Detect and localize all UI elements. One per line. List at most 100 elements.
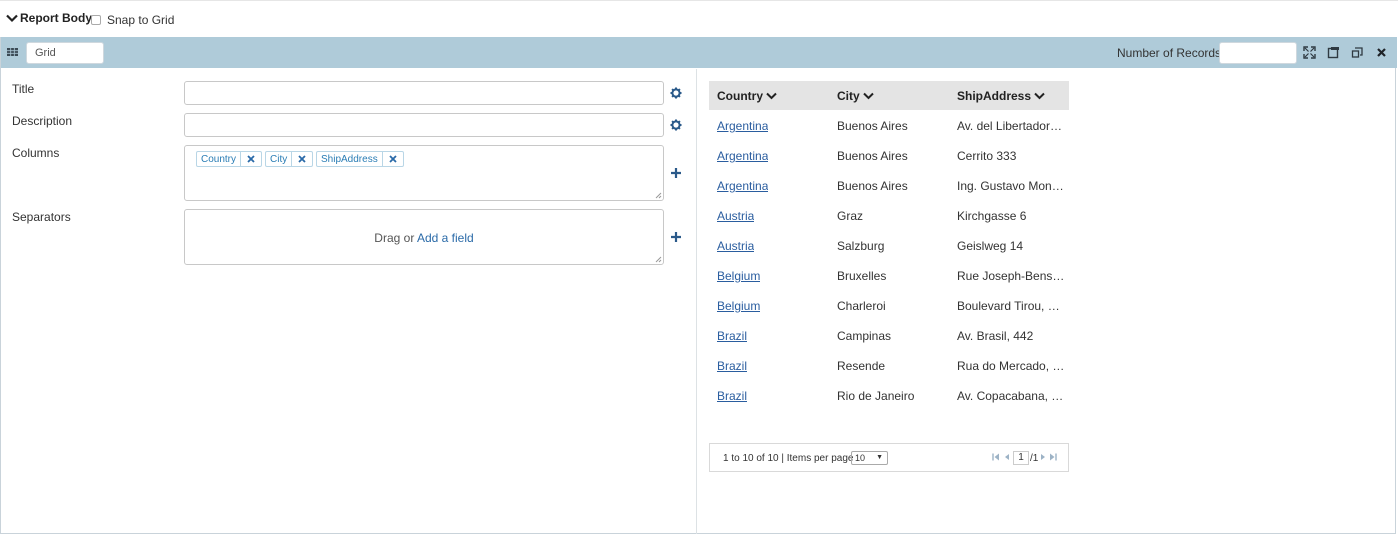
cell-country[interactable]: Belgium (717, 299, 760, 313)
cell-shipaddress: Cerrito 333 (957, 149, 1017, 163)
remove-icon[interactable] (383, 152, 403, 166)
grid-panel: Number of Records (0, 37, 1397, 534)
column-header-label: City (837, 89, 860, 103)
table-row: Belgium Charleroi Boulevard Tirou, 255 (709, 299, 1069, 315)
column-chip-shipaddress: ShipAddress (316, 151, 404, 167)
cell-shipaddress: Rua do Mercado, 12 (957, 359, 1065, 373)
first-page-icon[interactable] (992, 453, 1000, 461)
table-icon (7, 48, 18, 56)
vertical-divider (696, 69, 697, 534)
cell-shipaddress: Geislweg 14 (957, 239, 1024, 253)
report-body-bar: Report Body Snap to Grid (0, 0, 1398, 36)
current-page-input[interactable]: 1 (1013, 451, 1029, 465)
table-pager: 1 to 10 of 10 | Items per page 10 ▼ 1 /1 (709, 443, 1069, 472)
cell-shipaddress: Boulevard Tirou, 255 (957, 299, 1065, 313)
remove-icon[interactable] (241, 152, 261, 166)
cell-city: Charleroi (837, 299, 886, 313)
remove-icon[interactable] (292, 152, 312, 166)
cell-city: Buenos Aires (837, 149, 908, 163)
close-icon[interactable] (1375, 46, 1388, 59)
previous-page-icon[interactable] (1003, 453, 1011, 461)
separators-dropzone-text: Drag or Add a field (185, 231, 663, 245)
table-row: Austria Graz Kirchgasse 6 (709, 209, 1069, 225)
cell-country[interactable]: Brazil (717, 329, 747, 343)
column-header-city[interactable]: City (837, 89, 874, 103)
cell-city: Resende (837, 359, 886, 373)
grid-name-input[interactable] (26, 42, 104, 64)
table-row: Argentina Buenos Aires Ing. Gustavo Monca… (709, 179, 1069, 195)
chevron-down-icon (766, 92, 777, 100)
cell-country[interactable]: Brazil (717, 359, 747, 373)
table-row: Belgium Bruxelles Rue Joseph-Bens 5… (709, 269, 1069, 285)
cell-shipaddress: Av. del Libertador 9… (957, 119, 1065, 133)
cell-country[interactable]: Austria (717, 239, 754, 253)
snap-to-grid[interactable]: Snap to Grid (91, 13, 174, 27)
column-chip-label: ShipAddress (317, 152, 383, 166)
snap-to-grid-label: Snap to Grid (107, 13, 175, 27)
columns-field[interactable]: Country City ShipAddress (184, 145, 664, 201)
snap-to-grid-checkbox[interactable] (91, 15, 101, 25)
column-chip-country: Country (196, 151, 263, 167)
report-body-label: Report Body (20, 11, 92, 25)
items-per-page-select[interactable]: 10 ▼ (851, 451, 888, 465)
cell-country[interactable]: Argentina (717, 149, 768, 163)
resize-handle-icon[interactable] (655, 192, 662, 199)
chevron-down-icon (862, 92, 874, 100)
cell-country[interactable]: Argentina (717, 179, 768, 193)
title-field[interactable] (184, 81, 664, 105)
separators-field[interactable]: Drag or Add a field (184, 209, 664, 265)
cell-city: Rio de Janeiro (837, 389, 915, 403)
cell-city: Buenos Aires (837, 119, 908, 133)
table-row: Brazil Resende Rua do Mercado, 12 (709, 359, 1069, 375)
cell-shipaddress: Av. Copacabana, 26… (957, 389, 1065, 403)
report-body-toggle[interactable]: Report Body (6, 11, 92, 25)
add-field-link[interactable]: Add a field (417, 231, 474, 245)
cell-country[interactable]: Belgium (717, 269, 760, 283)
column-header-label: ShipAddress (957, 89, 1032, 103)
total-pages: /1 (1030, 453, 1039, 464)
title-label: Title (12, 82, 35, 96)
cell-shipaddress: Av. Brasil, 442 (957, 329, 1034, 343)
column-chip-label: City (266, 152, 293, 166)
chevron-down-icon (6, 14, 18, 23)
table-row: Argentina Buenos Aires Cerrito 333 (709, 149, 1069, 165)
gear-icon[interactable] (670, 87, 682, 99)
cell-shipaddress: Ing. Gustavo Monca… (957, 179, 1065, 193)
table-header: Country City ShipAddress (709, 81, 1069, 110)
description-field[interactable] (184, 113, 664, 137)
cell-city: Salzburg (837, 239, 885, 253)
columns-label: Columns (12, 146, 60, 160)
expand-icon[interactable] (1303, 46, 1316, 59)
column-chip-label: Country (197, 152, 242, 166)
table-row: Argentina Buenos Aires Av. del Libertador … (709, 119, 1069, 135)
cell-city: Campinas (837, 329, 892, 343)
cell-city: Graz (837, 209, 864, 223)
column-chip-city: City (265, 151, 314, 167)
cell-shipaddress: Rue Joseph-Bens 5… (957, 269, 1065, 283)
number-of-records-input[interactable] (1219, 42, 1297, 64)
cell-country[interactable]: Austria (717, 209, 754, 223)
plus-icon[interactable] (670, 231, 682, 243)
pager-info: 1 to 10 of 10 | Items per page (723, 453, 854, 464)
table-row: Brazil Rio de Janeiro Av. Copacabana, 26… (709, 389, 1069, 405)
cell-shipaddress: Kirchgasse 6 (957, 209, 1027, 223)
resize-handle-icon[interactable] (655, 256, 662, 263)
cell-city: Bruxelles (837, 269, 887, 283)
separators-label: Separators (12, 210, 71, 224)
panel-header: Number of Records (1, 37, 1397, 68)
column-header-shipaddress[interactable]: ShipAddress (957, 89, 1045, 103)
items-per-page-value: 10 (855, 453, 866, 463)
description-label: Description (12, 114, 73, 128)
window-icon[interactable] (1327, 46, 1340, 59)
gear-icon[interactable] (670, 119, 682, 131)
chevron-down-icon (1034, 92, 1045, 100)
plus-icon[interactable] (670, 167, 682, 179)
cell-country[interactable]: Argentina (717, 119, 768, 133)
dropdown-arrow-icon: ▼ (876, 454, 883, 461)
cell-city: Buenos Aires (837, 179, 908, 193)
column-header-country[interactable]: Country (717, 89, 777, 103)
last-page-icon[interactable] (1049, 453, 1057, 461)
undock-icon[interactable] (1351, 46, 1364, 59)
cell-country[interactable]: Brazil (717, 389, 747, 403)
next-page-icon[interactable] (1039, 453, 1047, 461)
